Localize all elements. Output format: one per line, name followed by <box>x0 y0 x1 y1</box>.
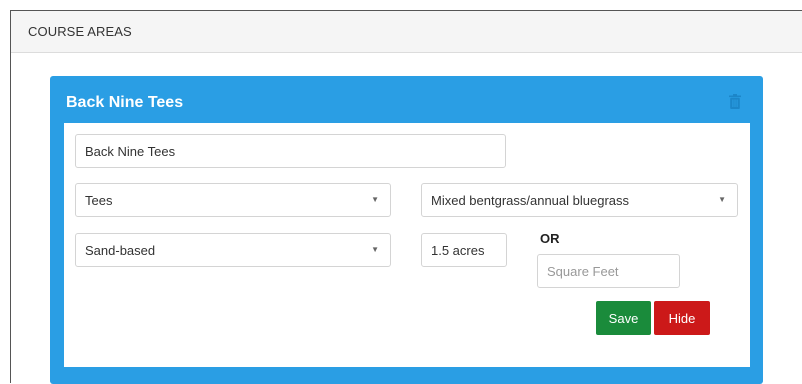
caret-down-icon: ▼ <box>371 195 379 204</box>
save-button[interactable]: Save <box>596 301 651 335</box>
course-area-title: Back Nine Tees <box>66 94 184 111</box>
course-area-card: Back Nine Tees Back Nine Tees Tees ▼ Mix… <box>50 76 763 384</box>
panel-header: COURSE AREAS <box>11 11 802 53</box>
grass-type-select[interactable]: Mixed bentgrass/annual bluegrass ▼ <box>421 183 738 217</box>
caret-down-icon: ▼ <box>371 245 379 254</box>
or-label: OR <box>540 231 560 246</box>
course-area-form: Back Nine Tees Tees ▼ Mixed bentgrass/an… <box>64 123 750 367</box>
grass-type-value: Mixed bentgrass/annual bluegrass <box>431 192 630 208</box>
acres-input[interactable]: 1.5 acres <box>421 233 507 267</box>
soil-type-select[interactable]: Sand-based ▼ <box>75 233 391 267</box>
caret-down-icon: ▼ <box>718 195 726 204</box>
course-areas-panel: COURSE AREAS Back Nine Tees Back Nine Te… <box>10 10 802 384</box>
panel-title: COURSE AREAS <box>28 24 132 39</box>
area-type-value: Tees <box>85 192 113 208</box>
acres-value: 1.5 acres <box>431 242 485 258</box>
square-feet-placeholder: Square Feet <box>547 263 619 279</box>
soil-type-value: Sand-based <box>85 242 156 258</box>
trash-icon[interactable] <box>729 94 741 109</box>
area-name-input[interactable]: Back Nine Tees <box>75 134 506 168</box>
square-feet-input[interactable]: Square Feet <box>537 254 680 288</box>
area-type-select[interactable]: Tees ▼ <box>75 183 391 217</box>
area-name-value: Back Nine Tees <box>85 143 176 159</box>
hide-button[interactable]: Hide <box>654 301 710 335</box>
